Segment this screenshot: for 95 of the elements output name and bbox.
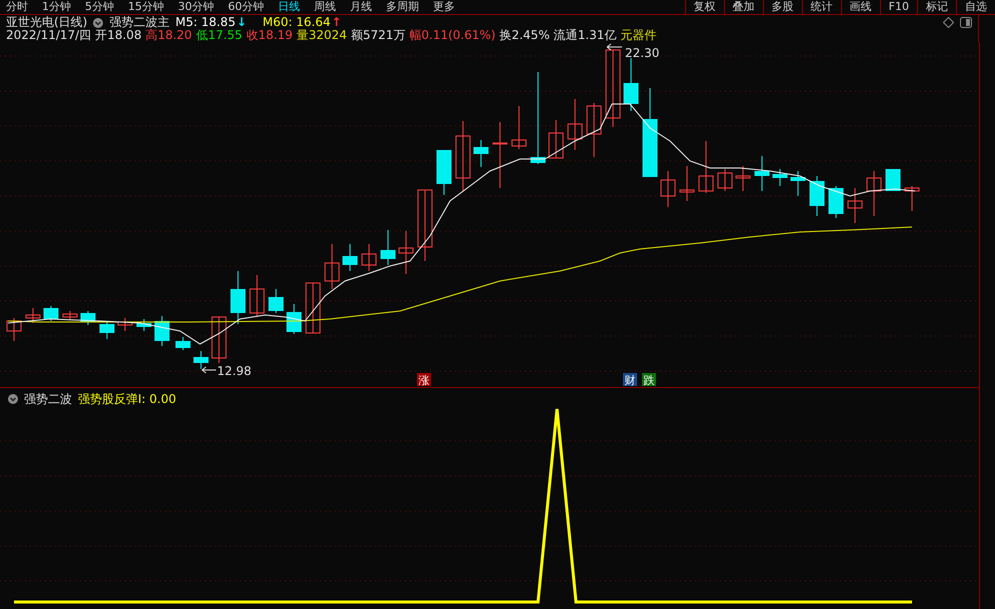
dropdown-icon[interactable] xyxy=(93,18,104,28)
indicator-reading: 强势股反弹I: 0.00 xyxy=(78,390,176,408)
candlestick xyxy=(568,98,582,150)
candlestick xyxy=(26,308,40,324)
period-tab[interactable]: 30分钟 xyxy=(178,0,214,14)
toolbar-button[interactable]: 统计 xyxy=(802,0,841,14)
event-tag[interactable]: 跌 xyxy=(644,374,654,387)
quote-field: 量32024 xyxy=(296,29,347,42)
moving-average-label: M60: 16.64 xyxy=(262,16,330,29)
candlestick xyxy=(6,318,22,342)
candlestick xyxy=(660,170,676,208)
candlestick xyxy=(624,58,638,112)
candlestick xyxy=(80,310,96,326)
arrow-icon xyxy=(606,44,622,50)
candlestick xyxy=(44,306,58,322)
candlestick xyxy=(362,244,376,272)
candlestick xyxy=(866,170,882,216)
candlestick xyxy=(176,336,190,350)
toolbar-button[interactable]: 自选 xyxy=(956,0,995,14)
candlestick xyxy=(324,244,340,290)
candlestick xyxy=(436,150,452,196)
quote-field: 流通1.31亿 xyxy=(554,29,616,42)
toolbar-button[interactable]: F10 xyxy=(880,0,917,14)
period-tab[interactable]: 月线 xyxy=(350,0,372,14)
candlestick xyxy=(586,102,602,158)
panel-toggle-icon[interactable] xyxy=(960,17,972,28)
low-price-label: 12.98 xyxy=(217,364,252,378)
candlestick xyxy=(772,168,788,186)
dropdown-icon[interactable] xyxy=(8,394,18,404)
arrow-icon xyxy=(202,366,216,374)
period-tab[interactable]: 日线 xyxy=(278,0,300,14)
toolbar-button[interactable]: 画线 xyxy=(840,0,880,14)
candlestick xyxy=(418,190,432,262)
candlestick xyxy=(754,156,770,192)
stock-title: 亚世光电(日线) xyxy=(6,16,88,29)
candlestick xyxy=(680,166,694,202)
quote-field: 换2.45% xyxy=(500,29,550,42)
candlestick xyxy=(212,316,226,364)
candlestick xyxy=(790,170,806,196)
candlestick xyxy=(548,120,564,158)
period-tab[interactable]: 分时 xyxy=(6,0,28,14)
diamond-icon[interactable] xyxy=(943,17,954,28)
candlestick xyxy=(306,282,320,334)
candlestick xyxy=(456,120,470,192)
candlestick xyxy=(286,304,302,334)
event-tag[interactable]: 涨 xyxy=(418,374,430,387)
toolbar-button[interactable]: 复权 xyxy=(684,0,724,14)
candlestick xyxy=(380,230,396,266)
candlestick xyxy=(250,274,264,318)
candlestick xyxy=(268,288,284,314)
moving-average-label: M5: 18.85 xyxy=(175,16,236,29)
candlestick xyxy=(904,186,920,212)
high-price-label: 22.30 xyxy=(625,46,660,60)
candlestick xyxy=(118,318,132,332)
candlestick xyxy=(154,316,170,346)
quote-field: 高18.20 xyxy=(146,29,192,42)
quote-field: 2022/11/17/四 xyxy=(6,29,92,42)
candlestick xyxy=(718,168,732,192)
formula-name: 强势二波主 xyxy=(109,16,170,29)
candlestick xyxy=(512,106,526,150)
period-tab[interactable]: 多周期 xyxy=(386,0,419,14)
candlestick xyxy=(136,318,152,332)
candlestick xyxy=(194,350,208,370)
toolbar-button[interactable]: 标记 xyxy=(917,0,956,14)
candlestick xyxy=(848,188,862,224)
quote-field: 收18.19 xyxy=(246,29,293,42)
candlestick xyxy=(230,270,246,324)
candlestick xyxy=(398,230,414,274)
quote-field: 额5721万 xyxy=(350,29,406,42)
period-tab[interactable]: 15分钟 xyxy=(128,0,164,14)
trend-arrow: ↑ xyxy=(331,16,342,29)
candlestick xyxy=(492,122,508,188)
candlestick xyxy=(100,320,114,340)
toolbar-button[interactable]: 叠加 xyxy=(724,0,763,14)
quote-field: 开18.08 xyxy=(95,29,142,42)
event-tag[interactable]: 财 xyxy=(624,374,636,387)
period-tab[interactable]: 更多 xyxy=(433,0,455,14)
quote-field: 幅0.11(0.61%) xyxy=(409,29,496,42)
candlestick xyxy=(828,186,844,218)
trend-arrow: ↓ xyxy=(236,16,247,29)
indicator-name: 强势二波 xyxy=(24,390,72,408)
candlestick xyxy=(62,310,78,320)
period-tab[interactable]: 60分钟 xyxy=(228,0,264,14)
candlestick xyxy=(810,176,824,216)
candlestick xyxy=(474,140,488,168)
candlestick xyxy=(698,140,714,194)
candlestick xyxy=(886,168,900,192)
period-tab[interactable]: 周线 xyxy=(314,0,336,14)
period-tab[interactable]: 1分钟 xyxy=(42,0,71,14)
toolbar-button[interactable]: 多股 xyxy=(762,0,802,14)
period-tab[interactable]: 5分钟 xyxy=(85,0,114,14)
quote-field: 低17.55 xyxy=(196,29,242,42)
quote-field: 元器件 xyxy=(620,29,656,42)
candlestick xyxy=(736,166,750,192)
candlestick xyxy=(342,244,358,272)
